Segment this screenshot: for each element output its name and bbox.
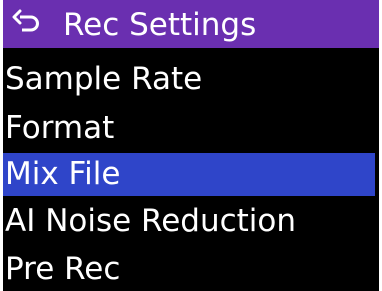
device-screen: Rec Settings Sample Rate Format Mix File… (0, 0, 382, 291)
menu-item-sample-rate[interactable]: Sample Rate (3, 56, 379, 103)
menu-item-ai-noise-reduction[interactable]: AI Noise Reduction (3, 198, 379, 245)
header-bar: Rec Settings (3, 0, 379, 48)
back-arrow-icon[interactable] (11, 9, 41, 39)
menu-item-format[interactable]: Format (3, 105, 379, 152)
menu-item-mix-file[interactable]: Mix File (3, 153, 375, 196)
display: Rec Settings Sample Rate Format Mix File… (3, 0, 379, 291)
menu-item-pre-rec[interactable]: Pre Rec (3, 246, 379, 291)
page-title: Rec Settings (63, 7, 257, 43)
